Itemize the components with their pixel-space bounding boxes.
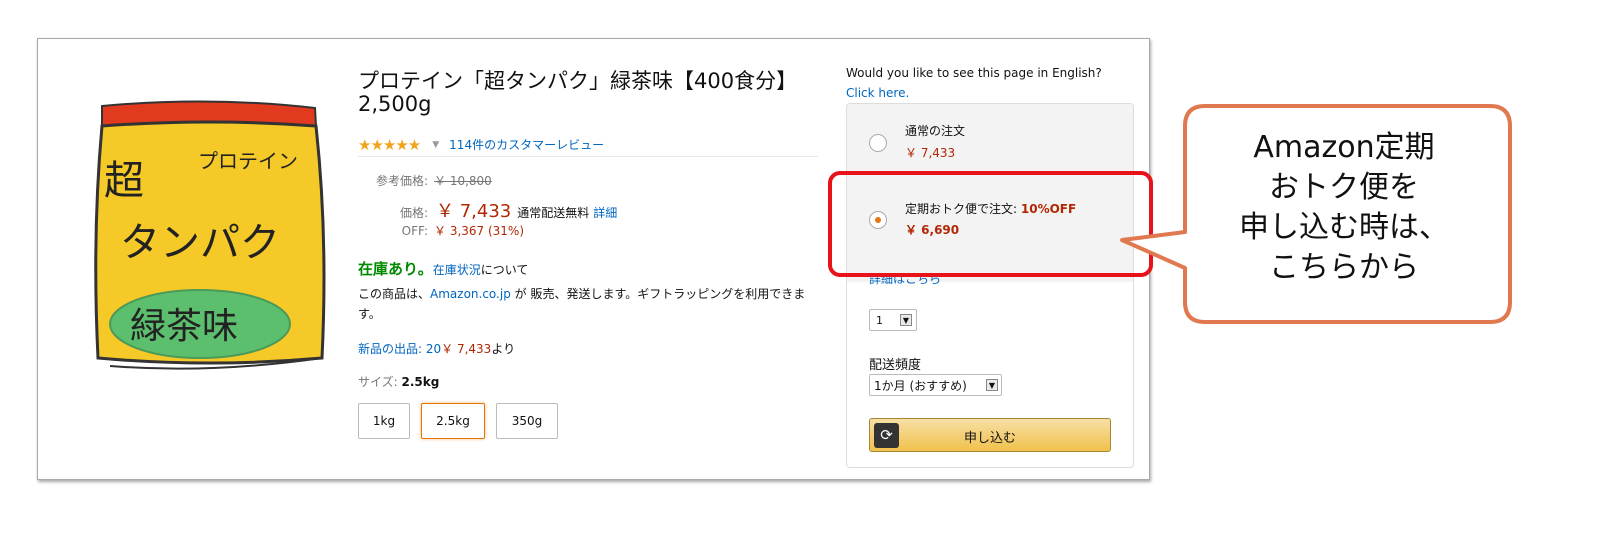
speech-bubble-text: Amazon定期 おトク便を 申し込む時は、 こちらから (1184, 128, 1504, 288)
callout-line1: Amazon定期 (1253, 130, 1435, 165)
callout-line2: おトク便を (1269, 170, 1419, 205)
callout-line4: こちらから (1269, 250, 1419, 285)
callout-line3: 申し込む時は、 (1239, 210, 1449, 245)
